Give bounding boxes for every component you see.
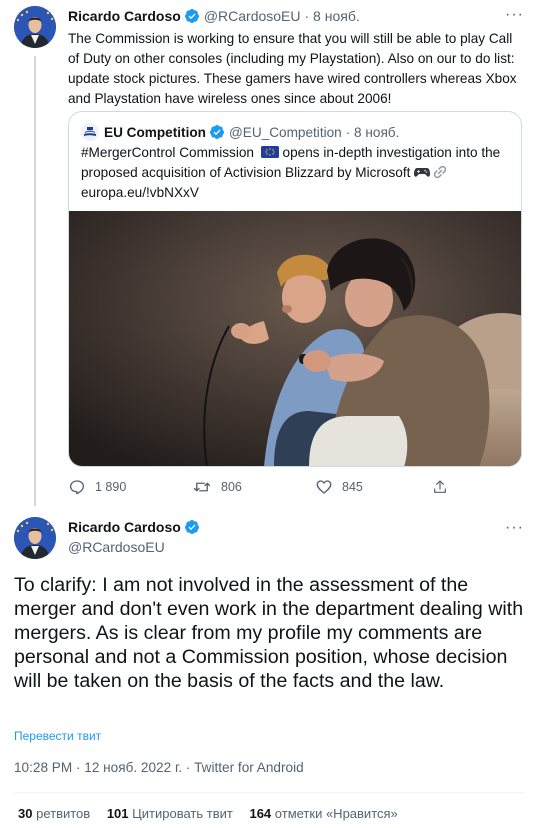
quotes-count: 101 [106,806,129,821]
likes-count: 164 [249,806,272,821]
eu-flag-icon [260,146,279,158]
link-icon [434,165,447,179]
verified-badge-icon [209,125,224,139]
translate-tweet-link[interactable]: Перевести твит [14,729,101,743]
quotes-label: Цитировать твит [132,806,233,821]
quoted-tweet-text: #MergerControl Commission opens in-depth… [69,142,521,203]
like-button[interactable]: 845 [315,478,363,496]
tweet-header: Ricardo Cardoso @RCardosoEU · 8 нояб. [68,6,524,26]
quoted-tweet-link[interactable]: europa.eu/!vbNXxV [81,185,199,200]
quoted-author-handle[interactable]: @EU_Competition [229,125,342,140]
tweet-timestamp-source[interactable]: 10:28 PM · 12 нояб. 2022 г. · Twitter fo… [14,760,304,775]
avatar[interactable] [14,6,56,48]
reply-button[interactable]: 1 890 [68,478,126,496]
avatar-photo [14,6,56,48]
reply-icon [69,480,85,495]
tweet2-author-row: Ricardo Cardoso [68,519,204,535]
share-icon [434,480,446,493]
eu-competition-logo-icon [81,123,99,141]
tweet-time[interactable]: · 8 нояб. [305,8,360,24]
quoted-author-name[interactable]: EU Competition [104,125,206,140]
author-handle[interactable]: @RCardosoEU [204,8,301,24]
share-button[interactable] [432,478,457,496]
retweets-stat[interactable]: 30 ретвитов [18,806,90,821]
retweets-label: ретвитов [36,806,91,821]
quoted-tweet-image[interactable] [69,211,521,466]
author-name[interactable]: Ricardo Cardoso [68,8,181,24]
tweet2-text: To clarify: I am not involved in the ass… [14,574,524,692]
quoted-tweet-time[interactable]: · 8 нояб. [346,125,400,140]
heart-icon [316,480,332,494]
retweet-count: 806 [221,480,242,494]
likes-label: отметки «Нравится» [274,806,398,821]
author-name[interactable]: Ricardo Cardoso [68,519,181,535]
more-options-icon[interactable]: ··· [505,6,524,24]
author-handle[interactable]: @RCardosoEU [68,539,165,555]
verified-badge-icon [184,520,199,534]
reply-count: 1 890 [95,480,127,494]
more-options-icon[interactable]: ··· [505,519,524,537]
verified-badge-icon [184,9,199,23]
thread-connector-line [34,56,36,506]
tweet-actions: 1 890 806 845 [68,478,468,498]
quoted-tweet-header: EU Competition @EU_Competition · 8 нояб. [69,112,521,142]
likes-stat[interactable]: 164 отметки «Нравится» [249,806,397,821]
retweets-count: 30 [18,806,33,821]
tweet-stats: 30 ретвитов 101 Цитировать твит 164 отме… [18,806,411,821]
like-count: 845 [342,480,363,494]
retweet-icon [193,482,211,492]
quotes-stat[interactable]: 101 Цитировать твит [107,806,233,821]
tweet-text: The Commission is working to ensure that… [68,31,517,106]
retweet-button[interactable]: 806 [192,478,242,496]
tweet-main[interactable]: Ricardo Cardoso @RCardosoEU · 8 нояб. ··… [68,6,524,109]
quoted-text-part1: #MergerControl Commission [81,145,254,160]
quoted-tweet[interactable]: EU Competition @EU_Competition · 8 нояб.… [68,111,522,467]
gamers-photo [69,211,521,466]
avatar-photo [14,517,56,559]
video-game-controller-icon [414,168,431,177]
divider [14,792,524,793]
avatar[interactable] [14,517,56,559]
